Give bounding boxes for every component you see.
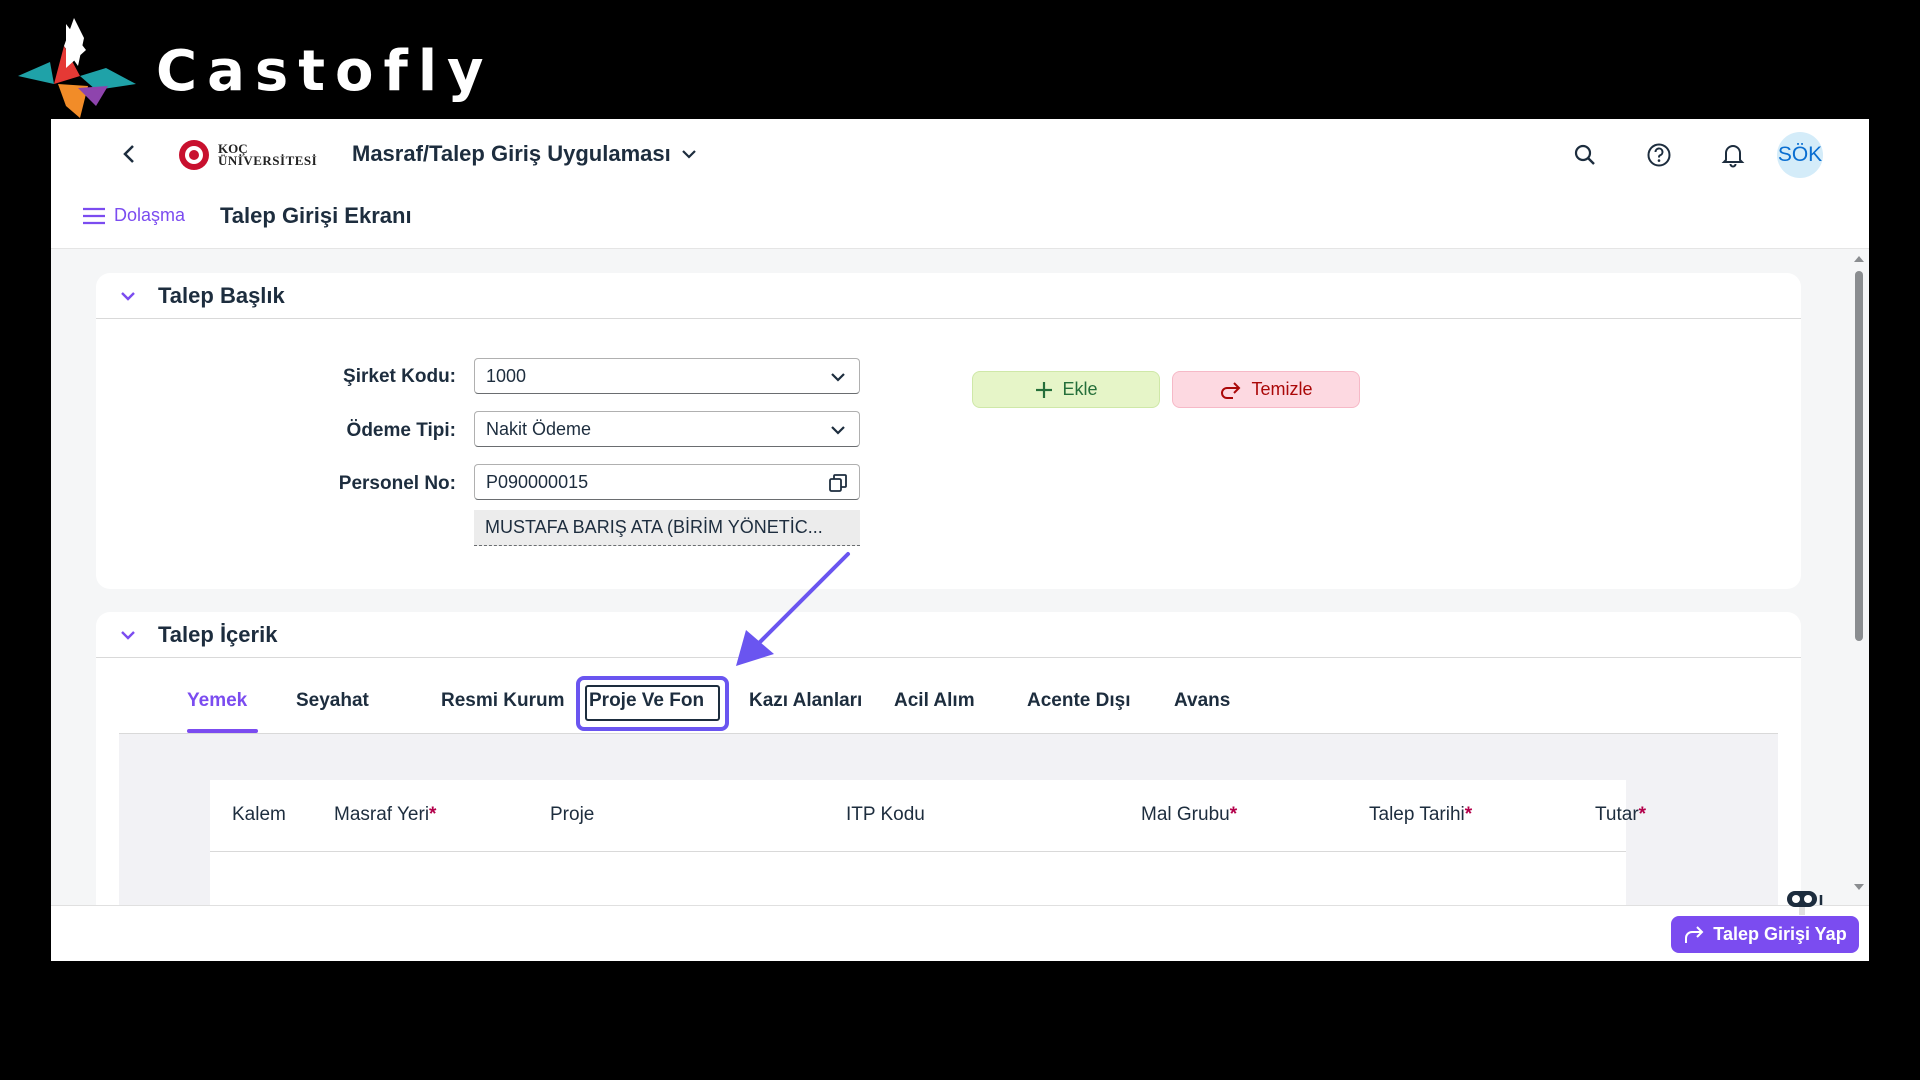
chevron-left-icon xyxy=(123,145,134,163)
redo-icon xyxy=(1221,381,1241,399)
odeme-tipi-select[interactable]: Nakit Ödeme xyxy=(474,411,860,447)
talep-icerik-header[interactable]: Talep İçerik xyxy=(96,612,1801,658)
column-header-masraf-yeri[interactable]: Masraf Yeri* xyxy=(334,804,436,826)
personel-no-label: Personel No: xyxy=(338,473,456,494)
sirket-kodu-value: 1000 xyxy=(486,365,527,386)
chevron-down-icon xyxy=(121,291,135,301)
column-label: ITP Kodu xyxy=(846,804,925,825)
required-marker: * xyxy=(1229,804,1238,825)
app-title-menu[interactable]: Masraf/Talep Giriş Uygulaması xyxy=(352,141,697,167)
castofly-logo-icon xyxy=(18,18,136,118)
tab-acente-disi[interactable]: Acente Dışı xyxy=(1027,690,1130,712)
assistant-bot-icon[interactable] xyxy=(1785,887,1825,915)
share-arrow-icon xyxy=(1685,925,1704,943)
submit-label: Talep Girişi Yap xyxy=(1713,924,1847,944)
bell-icon xyxy=(1721,145,1745,168)
shellbar: KOÇ ÜNİVERSİTESİ Masraf/Talep Giriş Uygu… xyxy=(51,119,1869,189)
koc-wordmark: KOÇ ÜNİVERSİTESİ xyxy=(218,142,318,168)
table-header: Kalem Masraf Yeri* Proje ITP Kodu Mal Gr… xyxy=(210,780,1646,852)
back-button[interactable] xyxy=(116,141,142,167)
dropdown-button[interactable] xyxy=(827,419,849,441)
submit-request-button[interactable]: Talep Girişi Yap xyxy=(1671,916,1859,953)
tab-resmi-kurum[interactable]: Resmi Kurum xyxy=(441,690,565,712)
notifications-button[interactable] xyxy=(1719,141,1747,169)
personel-name-display: MUSTAFA BARIŞ ATA (BİRİM YÖNETİC... xyxy=(474,510,860,546)
tab-avans[interactable]: Avans xyxy=(1174,690,1230,712)
koc-emblem-icon xyxy=(179,140,209,170)
vertical-scrollbar[interactable] xyxy=(1851,253,1867,893)
navigation-label: Dolaşma xyxy=(114,205,186,225)
chevron-down-icon xyxy=(831,426,845,435)
dropdown-button[interactable] xyxy=(827,366,849,388)
page-subheader: Dolaşma Talep Girişi Ekranı xyxy=(51,189,1869,249)
scrollbar-thumb[interactable] xyxy=(1855,271,1863,641)
footer-toolbar: Talep Girişi Yap xyxy=(51,905,1869,961)
navigation-button[interactable]: Dolaşma xyxy=(82,205,185,226)
clear-label: Temizle xyxy=(1251,379,1313,399)
add-button[interactable]: Ekle xyxy=(972,371,1160,408)
chevron-down-icon xyxy=(681,150,696,159)
tab-bar: Yemek Seyahat Resmi Kurum Proje Ve Fon K… xyxy=(119,672,1778,734)
tab-seyahat[interactable]: Seyahat xyxy=(296,690,369,712)
hamburger-menu-icon xyxy=(83,207,105,224)
scroll-down-icon[interactable] xyxy=(1851,881,1867,893)
active-tab-indicator xyxy=(187,729,258,733)
table-area: Kalem Masraf Yeri* Proje ITP Kodu Mal Gr… xyxy=(119,734,1778,961)
talep-baslik-title: Talep Başlık xyxy=(158,282,285,308)
sirket-kodu-label: Şirket Kodu: xyxy=(343,366,456,387)
value-help-button[interactable] xyxy=(827,472,849,494)
column-header-mal-grubu[interactable]: Mal Grubu* xyxy=(1141,804,1237,826)
koc-logo: KOÇ ÜNİVERSİTESİ xyxy=(176,138,317,172)
column-header-proje[interactable]: Proje xyxy=(550,804,594,826)
column-label: Kalem xyxy=(232,804,286,825)
odeme-tipi-label: Ödeme Tipi: xyxy=(346,420,456,441)
tab-yemek[interactable]: Yemek xyxy=(187,690,247,712)
search-icon xyxy=(1574,144,1595,165)
column-label: Tutar xyxy=(1595,804,1639,825)
column-header-kalem[interactable]: Kalem xyxy=(232,804,286,826)
scroll-up-icon[interactable] xyxy=(1851,253,1867,265)
add-label: Ekle xyxy=(1062,379,1098,399)
user-avatar[interactable]: SÖK xyxy=(1777,132,1823,178)
talep-icerik-title: Talep İçerik xyxy=(158,621,278,647)
search-button[interactable] xyxy=(1571,141,1599,169)
app-window: KOÇ ÜNİVERSİTESİ Masraf/Talep Giriş Uygu… xyxy=(51,119,1869,961)
collapse-button[interactable] xyxy=(118,625,138,645)
talep-baslik-header[interactable]: Talep Başlık xyxy=(96,273,1801,319)
castofly-watermark: Castofly xyxy=(18,18,494,130)
personel-no-input[interactable]: P090000015 xyxy=(474,464,860,500)
personel-no-value: P090000015 xyxy=(486,471,589,492)
chevron-down-icon xyxy=(831,373,845,382)
collapse-button[interactable] xyxy=(118,286,138,306)
koc-wordmark-line2: ÜNİVERSİTESİ xyxy=(218,153,318,168)
help-button[interactable] xyxy=(1645,141,1673,169)
tab-focus-outline xyxy=(585,685,720,721)
odeme-tipi-value: Nakit Ödeme xyxy=(486,418,592,439)
castofly-wordmark: Castofly xyxy=(156,38,494,104)
column-label: Talep Tarihi xyxy=(1369,804,1465,825)
tab-acil-alim[interactable]: Acil Alım xyxy=(894,690,975,712)
help-icon xyxy=(1647,143,1671,167)
clear-button[interactable]: Temizle xyxy=(1172,371,1360,408)
page-title: Talep Girişi Ekranı xyxy=(220,203,412,228)
tab-kazi-alanlari[interactable]: Kazı Alanları xyxy=(749,690,862,712)
required-marker: * xyxy=(1464,804,1473,825)
chevron-down-icon xyxy=(121,630,135,640)
column-label: Masraf Yeri xyxy=(334,804,430,825)
required-marker: * xyxy=(1638,804,1647,825)
column-header-tutar[interactable]: Tutar* xyxy=(1595,804,1646,826)
required-marker: * xyxy=(429,804,437,825)
column-label: Mal Grubu xyxy=(1141,804,1230,825)
plus-icon xyxy=(1036,381,1053,398)
talep-baslik-panel: Talep Başlık Şirket Kodu: 1000 Ödeme Tip… xyxy=(96,273,1801,589)
copy-icon xyxy=(829,474,847,492)
sirket-kodu-select[interactable]: 1000 xyxy=(474,358,860,394)
column-header-itp-kodu[interactable]: ITP Kodu xyxy=(846,804,925,826)
column-label: Proje xyxy=(550,804,595,825)
column-header-talep-tarihi[interactable]: Talep Tarihi* xyxy=(1369,804,1472,826)
app-title: Masraf/Talep Giriş Uygulaması xyxy=(352,141,671,166)
